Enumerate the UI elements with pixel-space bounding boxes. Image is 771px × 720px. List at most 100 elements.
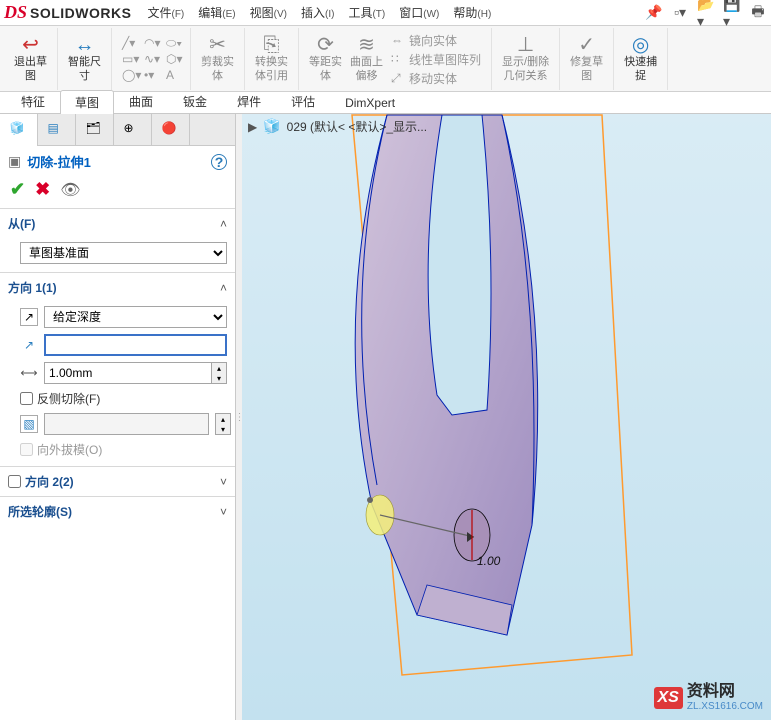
- cut-extrude-icon: ▣: [8, 153, 21, 170]
- watermark: XS 资料网 ZL.XS1616.COM: [654, 683, 764, 712]
- spline-tool[interactable]: ∿▾: [144, 52, 158, 66]
- graphics-area[interactable]: ▶ 🧊 029 (默认< <默认>_显示...: [242, 114, 771, 720]
- expand-tree-icon[interactable]: ▶: [248, 120, 257, 134]
- pm-actions: ✔ ✖ 👁: [0, 177, 235, 208]
- linear-pattern-tool[interactable]: ∷线性草图阵列: [391, 51, 481, 68]
- menu-edit[interactable]: 编辑(E): [192, 1, 241, 24]
- rect-tool[interactable]: ▭▾: [122, 52, 136, 66]
- panel-tab-appearance[interactable]: 🔴: [152, 114, 190, 146]
- ok-button[interactable]: ✔: [10, 179, 25, 200]
- pin-icon[interactable]: 📌: [645, 4, 663, 22]
- offset-button[interactable]: ⟳ 等距实 体: [305, 33, 346, 84]
- menu-file[interactable]: 文件(F): [141, 1, 190, 24]
- tab-dimxpert[interactable]: DimXpert: [330, 92, 410, 113]
- app-name: SOLIDWORKS: [30, 5, 131, 21]
- part-breadcrumb[interactable]: 029 (默认< <默认>_显示...: [287, 118, 427, 135]
- text-tool[interactable]: A: [166, 68, 180, 82]
- watermark-title: 资料网: [687, 683, 763, 701]
- trim-button[interactable]: ✂ 剪裁实 体: [197, 33, 238, 84]
- depth-input[interactable]: [44, 362, 212, 384]
- convert-button[interactable]: ⎘ 转换实 体引用: [251, 33, 292, 84]
- point-tool[interactable]: •▾: [144, 68, 158, 82]
- property-mgr-icon: ▤: [48, 121, 66, 139]
- arc-tool[interactable]: ◠▾: [144, 36, 158, 50]
- menu-help[interactable]: 帮助(H): [447, 1, 497, 24]
- reverse-dir-icon[interactable]: ↗: [20, 308, 38, 326]
- pm-section-from: 从(F) ˄ 草图基准面: [0, 208, 235, 272]
- exit-sketch-button[interactable]: ↩ 退出草 图: [10, 33, 51, 84]
- draft-spin-up[interactable]: ▴: [216, 414, 230, 424]
- tab-features[interactable]: 特征: [6, 89, 60, 113]
- menu-view[interactable]: 视图(V): [244, 1, 293, 24]
- panel-tab-property-mgr[interactable]: ▤: [38, 114, 76, 146]
- ribbon-group-sketch: ↩ 退出草 图: [4, 28, 58, 90]
- relations-icon: ⊥: [517, 35, 534, 55]
- new-doc-icon[interactable]: ▫▾: [671, 4, 689, 22]
- flip-cut-checkbox[interactable]: 反侧切除(F): [20, 390, 227, 407]
- watermark-badge: XS: [654, 687, 683, 709]
- move-tool[interactable]: ⤢移动实体: [391, 70, 481, 87]
- draw-stack-1: ╱▾ ▭▾ ◯▾: [118, 36, 140, 82]
- polygon-tool[interactable]: ⬡▾: [166, 52, 180, 66]
- dir2-enable-checkbox[interactable]: [8, 475, 21, 488]
- menu-insert[interactable]: 插入(I): [295, 1, 340, 24]
- flyout-tree[interactable]: ▶ 🧊 029 (默认< <默认>_显示...: [248, 118, 427, 135]
- model-view[interactable]: 1.00: [242, 114, 771, 720]
- help-icon[interactable]: ?: [211, 154, 227, 170]
- tab-sketch[interactable]: 草图: [60, 90, 114, 114]
- tab-evaluate[interactable]: 评估: [276, 89, 330, 113]
- direction-arrow-icon[interactable]: ↗: [20, 336, 38, 354]
- tab-weldments[interactable]: 焊件: [222, 89, 276, 113]
- pm-contours-header[interactable]: 所选轮廓(S) ˅: [0, 497, 235, 526]
- ribbon: ↩ 退出草 图 ↔ 智能尺 寸 ╱▾ ▭▾ ◯▾ ◠▾ ∿▾ •▾ ⬭▾ ⬡▾ …: [0, 26, 771, 92]
- quick-snap-button[interactable]: ◎ 快速捕 捉: [620, 33, 661, 84]
- end-condition-select[interactable]: 给定深度: [44, 306, 227, 328]
- depth-spin-up[interactable]: ▴: [212, 363, 226, 373]
- preview-toggle[interactable]: 👁: [60, 180, 80, 200]
- draft-outward-checkbox[interactable]: 向外拔模(O): [20, 441, 227, 458]
- ribbon-group-relations: ⊥ 显示/删除 几何关系: [492, 28, 560, 90]
- tab-surface[interactable]: 曲面: [114, 89, 168, 113]
- mirror-tool[interactable]: ⇔镜向实体: [391, 32, 481, 49]
- pm-section-dir1: 方向 1(1) ˄ ↗ 给定深度 ↗ ⟷: [0, 272, 235, 466]
- menubar-right: 📌 ▫▾ 📂▾ 💾▾ 🖶: [645, 4, 767, 22]
- ribbon-group-repair: ✓ 修复草 图: [560, 28, 614, 90]
- panel-tab-dimxpert[interactable]: ⊕: [114, 114, 152, 146]
- pm-from-header[interactable]: 从(F) ˄: [0, 209, 235, 238]
- open-doc-icon[interactable]: 📂▾: [697, 4, 715, 22]
- panel-tab-feature-mgr[interactable]: 🧊: [0, 114, 38, 146]
- draft-spin-down[interactable]: ▾: [216, 424, 230, 434]
- line-tool[interactable]: ╱▾: [122, 36, 136, 50]
- smart-dim-button[interactable]: ↔ 智能尺 寸: [64, 33, 105, 84]
- menu-tools[interactable]: 工具(T): [342, 1, 391, 24]
- display-relations-button[interactable]: ⊥ 显示/删除 几何关系: [498, 33, 553, 84]
- pattern-stack: ⇔镜向实体 ∷线性草图阵列 ⤢移动实体: [387, 32, 485, 87]
- panel-tab-config[interactable]: 🗂: [76, 114, 114, 146]
- offset-surf-icon: ≋: [358, 35, 375, 55]
- depth-icon: ⟷: [20, 364, 38, 382]
- pm-dir1-header[interactable]: 方向 1(1) ˄: [0, 273, 235, 302]
- direction-reference-input[interactable]: [44, 334, 227, 356]
- repair-button[interactable]: ✓ 修复草 图: [566, 33, 607, 84]
- menu-window[interactable]: 窗口(W): [393, 1, 445, 24]
- feature-tree-icon: 🧊: [10, 121, 28, 139]
- slot-tool[interactable]: ⬭▾: [166, 36, 180, 50]
- tab-sheetmetal[interactable]: 钣金: [168, 89, 222, 113]
- chevron-down-icon: ˅: [220, 505, 227, 519]
- trim-icon: ✂: [209, 35, 226, 55]
- depth-spin-down[interactable]: ▾: [212, 373, 226, 383]
- draw-stack-2: ◠▾ ∿▾ •▾: [140, 36, 162, 82]
- offset-icon: ⟳: [317, 35, 334, 55]
- cancel-button[interactable]: ✖: [35, 179, 50, 200]
- command-tabs: 特征 草图 曲面 钣金 焊件 评估 DimXpert: [0, 92, 771, 114]
- pm-header: ▣ 切除-拉伸1 ?: [0, 146, 235, 177]
- offset-surf-button[interactable]: ≋ 曲面上 偏移: [346, 33, 387, 84]
- save-icon[interactable]: 💾▾: [723, 4, 741, 22]
- pm-dir2-header[interactable]: 方向 2(2) ˅: [0, 467, 235, 496]
- circle-tool[interactable]: ◯▾: [122, 68, 136, 82]
- draft-angle-input[interactable]: [44, 413, 209, 435]
- from-select[interactable]: 草图基准面: [20, 242, 227, 264]
- print-icon[interactable]: 🖶: [749, 4, 767, 22]
- watermark-url: ZL.XS1616.COM: [687, 701, 763, 712]
- draft-icon[interactable]: ▧: [20, 415, 38, 433]
